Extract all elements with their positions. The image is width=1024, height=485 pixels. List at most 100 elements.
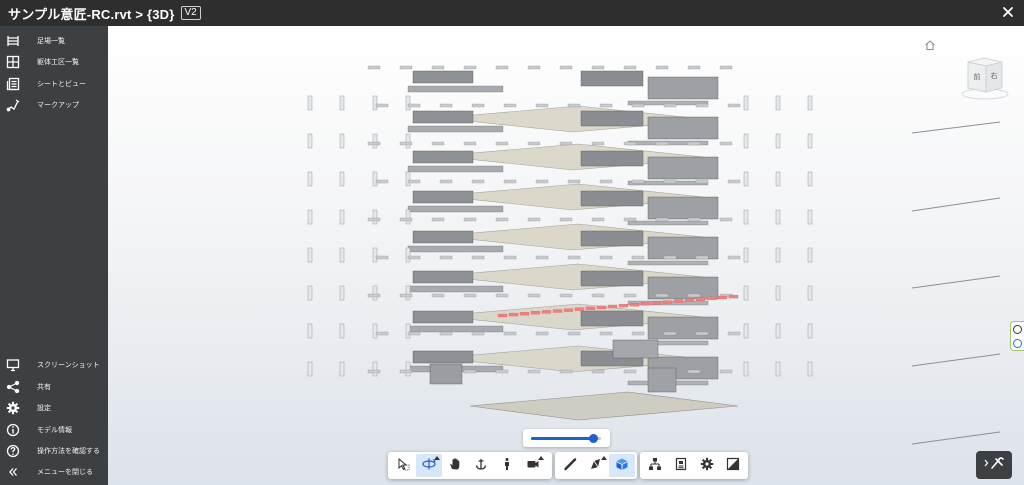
properties-button[interactable]	[668, 454, 694, 477]
beam-fragment	[623, 65, 637, 70]
beam-fragment	[567, 103, 581, 108]
walk-tool-button[interactable]	[494, 454, 520, 477]
sidebar-item-markup[interactable]: マークアップ	[0, 95, 108, 115]
tools-toggle-button[interactable]	[976, 451, 1012, 479]
beam-fragment	[687, 141, 701, 146]
highlighted-element	[530, 311, 541, 315]
highlighted-element	[574, 307, 585, 311]
column	[807, 323, 813, 339]
sidebar-item-label: 操作方法を確認する	[37, 447, 100, 455]
column	[307, 247, 313, 263]
sidebar-item-settings[interactable]: 設定	[0, 398, 108, 418]
beam-fragment	[719, 217, 733, 222]
sidebar-item-help[interactable]: 操作方法を確認する	[0, 441, 108, 461]
highlighted-element	[717, 295, 728, 300]
sidebar: 足場一覧 躯体工区一覧 シートとビュー マークアップ スクリーンショット 共有	[0, 26, 108, 485]
column	[775, 209, 781, 225]
column	[372, 133, 378, 149]
sidebar-item-label: 共有	[37, 383, 51, 391]
home-icon[interactable]	[924, 36, 936, 50]
model-tree-button[interactable]	[642, 454, 668, 477]
column	[339, 171, 345, 187]
column	[372, 209, 378, 225]
sidebar-item-scaffold-list[interactable]: 足場一覧	[0, 31, 108, 51]
beam-fragment	[431, 141, 445, 146]
highlighted-element	[728, 294, 739, 299]
grid-icon	[6, 54, 20, 69]
transparency-slider[interactable]	[523, 429, 610, 447]
beam-fragment	[719, 369, 733, 374]
measure-tool-button[interactable]	[557, 454, 583, 477]
beam-fragment	[367, 293, 381, 298]
viewcube-face-right[interactable]: 右	[991, 71, 998, 80]
explode-cube-button[interactable]	[609, 454, 635, 477]
column	[743, 133, 749, 149]
beam-fragment	[527, 141, 541, 146]
beam-fragment	[623, 293, 637, 298]
column	[405, 133, 411, 149]
close-circle-icon[interactable]	[1013, 325, 1022, 334]
beam-fragment	[463, 293, 477, 298]
3d-viewport[interactable]: 前 右	[108, 26, 1024, 485]
building-model[interactable]	[108, 26, 1024, 485]
highlighted-element	[640, 302, 651, 306]
pan-hand-icon	[448, 456, 462, 475]
beam-fragment	[495, 217, 509, 222]
select-tool-button[interactable]	[390, 454, 416, 477]
sidebar-item-share[interactable]: 共有	[0, 377, 108, 397]
highlighted-element	[596, 305, 607, 310]
column	[372, 95, 378, 111]
beam-fragment	[695, 179, 709, 184]
sidebar-item-close-menu[interactable]: メニューを閉じる	[0, 462, 108, 482]
dropdown-triangle-icon	[538, 456, 544, 460]
column	[339, 95, 345, 111]
sidebar-item-construction-zones[interactable]: 躯体工区一覧	[0, 52, 108, 72]
beam-fragment	[591, 217, 605, 222]
section-tool-button[interactable]	[583, 454, 609, 477]
orbit-tool-button[interactable]	[416, 454, 442, 477]
beam-fragment	[663, 179, 677, 184]
markup-icon	[6, 97, 20, 112]
close-icon[interactable]	[1000, 4, 1016, 20]
beam-fragment	[375, 331, 389, 336]
wall-block	[412, 70, 474, 84]
dropdown-triangle-icon	[601, 456, 607, 460]
column	[339, 133, 345, 149]
gear-icon	[6, 400, 20, 415]
sidebar-item-label: モデル情報	[37, 426, 72, 434]
beam-fragment	[503, 331, 517, 336]
slider-thumb[interactable]	[588, 434, 598, 443]
beam-fragment	[567, 179, 581, 184]
column	[807, 95, 813, 111]
column	[405, 361, 411, 377]
wall-block	[647, 76, 719, 100]
column	[743, 323, 749, 339]
beam-fragment	[687, 369, 701, 374]
side-panel-tab[interactable]	[1010, 321, 1024, 351]
beam-fragment	[407, 255, 421, 260]
column	[807, 285, 813, 301]
sidebar-item-model-info[interactable]: モデル情報	[0, 420, 108, 440]
anchor-tool-button[interactable]	[468, 454, 494, 477]
beam-fragment	[463, 65, 477, 70]
beam-fragment	[695, 255, 709, 260]
view-cube[interactable]: 前 右	[960, 52, 1010, 102]
slider-track[interactable]	[531, 434, 601, 443]
settings-button[interactable]	[694, 454, 720, 477]
column	[372, 171, 378, 187]
wall-block	[412, 270, 474, 284]
sidebar-item-screenshot[interactable]: スクリーンショット	[0, 355, 108, 375]
beam-fragment	[463, 369, 477, 374]
column	[405, 247, 411, 263]
beam-fragment	[495, 293, 509, 298]
camera-tool-button[interactable]	[520, 454, 546, 477]
sidebar-item-sheets-views[interactable]: シートとビュー	[0, 74, 108, 94]
beam-fragment	[559, 293, 573, 298]
viewcube-face-front[interactable]: 前	[974, 72, 981, 81]
pan-tool-button[interactable]	[442, 454, 468, 477]
beam-fragment	[655, 141, 669, 146]
gear-icon	[700, 456, 714, 475]
layers-circle-icon[interactable]	[1013, 339, 1022, 348]
fullscreen-button[interactable]	[720, 454, 746, 477]
beam-fragment	[631, 255, 645, 260]
